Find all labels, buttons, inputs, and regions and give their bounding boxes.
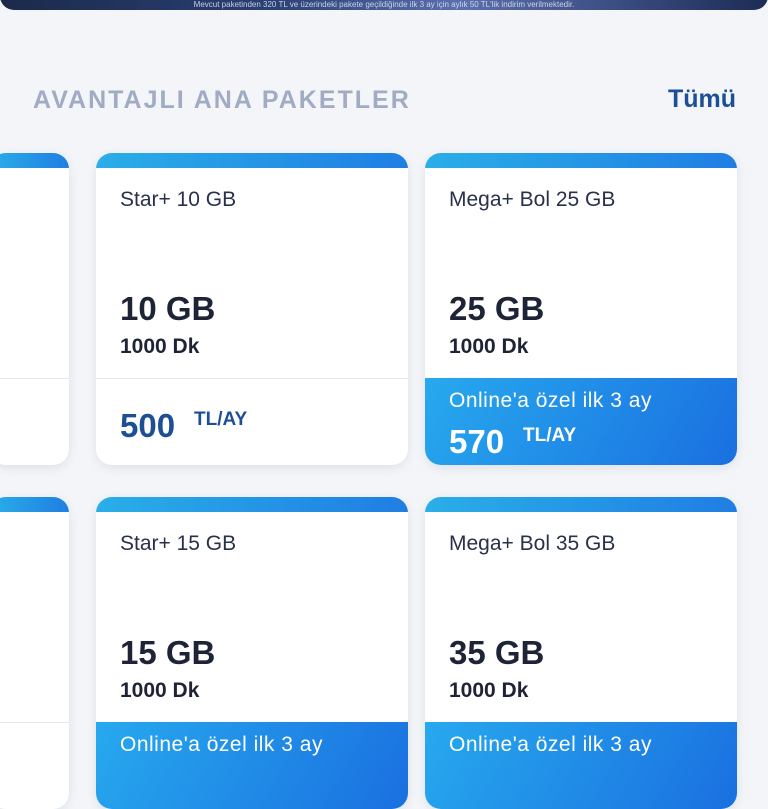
package-card[interactable]: Star+ 15 GB 15 GB 1000 Dk Online'a özel … <box>96 497 408 809</box>
data-amount: 35 GB <box>449 634 545 671</box>
card-promo-area: Online'a özel ilk 3 ay <box>96 722 408 809</box>
promo-banner[interactable]: Mevcut paketinden 320 TL ve üzerindeki p… <box>0 0 768 10</box>
promo-text: Online'a özel ilk 3 ay <box>449 733 652 756</box>
banner-text: Mevcut paketinden 320 TL ve üzerindeki p… <box>193 0 575 9</box>
package-card[interactable]: Mega+ Bol 35 GB 35 GB 1000 Dk Online'a ö… <box>425 497 737 809</box>
minutes-amount: 1000 Dk <box>120 679 200 702</box>
data-amount: 25 GB <box>449 290 545 327</box>
card-price-area: 500 TL/AY <box>96 378 408 465</box>
promo-text: Online'a özel ilk 3 ay <box>120 733 323 756</box>
package-card[interactable]: Star+ 10 GB 10 GB 1000 Dk 500 TL/AY <box>96 153 408 465</box>
price-unit: TL/AY <box>523 425 577 446</box>
card-promo-area: Online'a özel ilk 3 ay <box>425 722 737 809</box>
package-name: Mega+ Bol 25 GB <box>449 188 616 211</box>
price-amount: 500 <box>120 407 176 444</box>
data-amount: 15 GB <box>120 634 216 671</box>
package-name: Mega+ Bol 35 GB <box>449 532 616 555</box>
minutes-amount: 1000 Dk <box>449 679 529 702</box>
minutes-amount: 1000 Dk <box>120 335 200 358</box>
package-name: Star+ 15 GB <box>120 532 237 555</box>
price-unit: TL/AY <box>194 409 248 430</box>
card-price-area <box>0 378 69 465</box>
card-promo-area: Online'a özel ilk 3 ay 570 TL/AY <box>425 378 737 465</box>
card-price-area <box>0 722 69 809</box>
minutes-amount: 1000 Dk <box>449 335 529 358</box>
data-amount: 10 GB <box>120 290 216 327</box>
package-card[interactable]: Mega+ Bol 25 GB 25 GB 1000 Dk Online'a ö… <box>425 153 737 465</box>
see-all-link[interactable]: Tümü <box>668 85 736 114</box>
package-card-partial[interactable] <box>0 153 69 465</box>
price-amount: 570 <box>449 423 505 460</box>
section-title: AVANTAJLI ANA PAKETLER <box>33 86 411 114</box>
package-card-partial[interactable] <box>0 497 69 809</box>
promo-text: Online'a özel ilk 3 ay <box>449 389 652 412</box>
package-name: Star+ 10 GB <box>120 188 237 211</box>
